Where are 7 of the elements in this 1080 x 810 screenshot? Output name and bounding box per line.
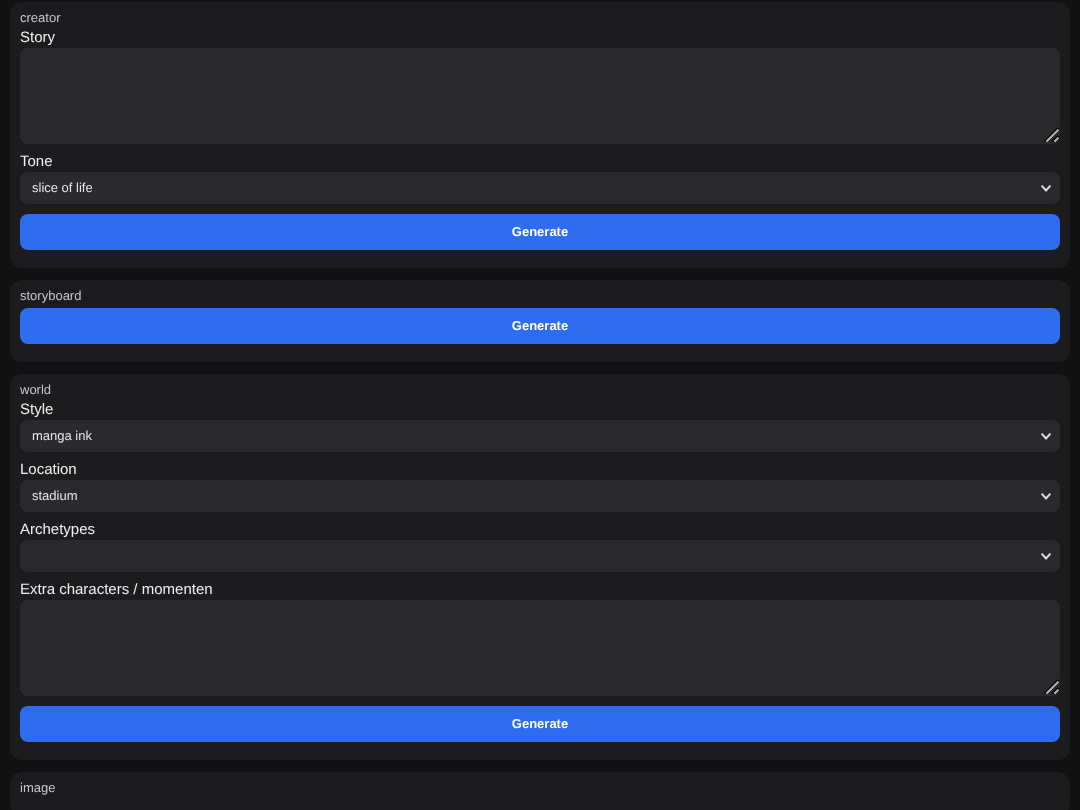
chevron-down-icon [1040, 492, 1052, 500]
chevron-down-icon [1040, 184, 1052, 192]
chevron-down-icon [1040, 432, 1052, 440]
text-area[interactable] [20, 48, 1060, 144]
dropdown[interactable] [20, 540, 1060, 572]
chevron-down-icon [1040, 552, 1052, 560]
text-area[interactable] [20, 600, 1060, 696]
